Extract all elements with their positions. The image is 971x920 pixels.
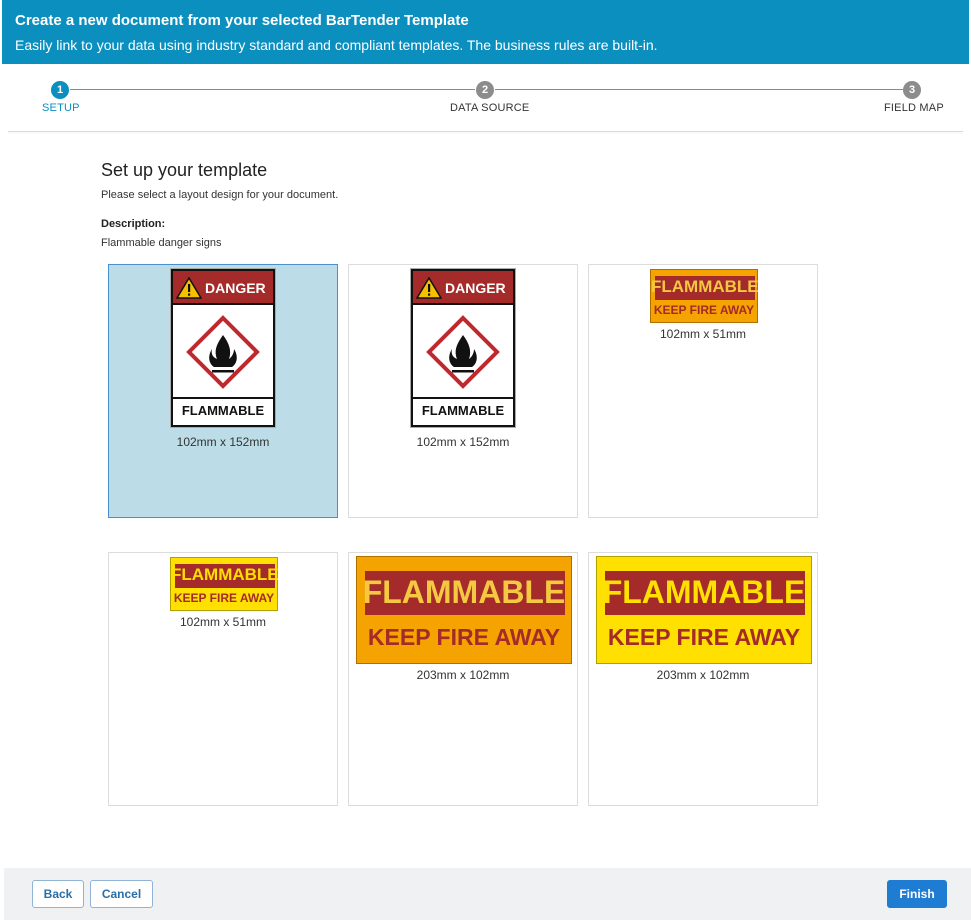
wizard-stepper: 1 SETUP 2 DATA SOURCE 3 FIELD MAP <box>0 78 971 130</box>
danger-header: DANGER <box>173 271 273 305</box>
sign-line-1: FLAMMABLE <box>602 574 806 610</box>
warning-triangle-icon <box>176 277 202 299</box>
sign-line-1: FLAMMABLE <box>362 574 566 610</box>
template-size: 102mm x 152mm <box>416 435 510 449</box>
danger-sign-preview: DANGER FLAMMABLE <box>410 268 516 428</box>
danger-word: DANGER <box>445 280 506 296</box>
description-value: Flammable danger signs <box>101 237 222 249</box>
template-card-3[interactable]: FLAMMABLE KEEP FIRE AWAY 102mm x 51mm <box>588 264 818 518</box>
banner-subtitle: Easily link to your data using industry … <box>15 37 658 53</box>
sign-line-2: KEEP FIRE AWAY <box>607 624 801 650</box>
finish-button[interactable]: Finish <box>887 880 947 908</box>
sign-line-1: FLAMMABLE <box>651 277 759 296</box>
step-2-circle[interactable]: 2 <box>476 81 494 99</box>
header-banner: Create a new document from your selected… <box>2 0 969 64</box>
sign-line-2: KEEP FIRE AWAY <box>173 591 275 605</box>
page-title: Set up your template <box>101 160 268 180</box>
flammable-sign-preview: FLAMMABLE KEEP FIRE AWAY <box>170 557 279 611</box>
template-size: 102mm x 51mm <box>659 327 747 341</box>
flame-pictogram-icon <box>426 315 500 389</box>
flammable-sign-preview: FLAMMABLE KEEP FIRE AWAY <box>650 269 759 323</box>
step-3-circle[interactable]: 3 <box>903 81 921 99</box>
banner-title: Create a new document from your selected… <box>15 12 469 29</box>
template-size: 102mm x 152mm <box>176 435 270 449</box>
template-card-4[interactable]: FLAMMABLE KEEP FIRE AWAY 102mm x 51mm <box>108 552 338 806</box>
template-size: 203mm x 102mm <box>416 668 510 682</box>
footer-bar: Back Cancel Finish <box>4 868 971 920</box>
step-connector <box>495 89 903 90</box>
cancel-button[interactable]: Cancel <box>90 880 153 908</box>
danger-footer: FLAMMABLE <box>413 397 513 425</box>
sign-line-1: FLAMMABLE <box>171 565 279 584</box>
step-connector <box>70 89 475 90</box>
step-2-label[interactable]: DATA SOURCE <box>450 102 529 114</box>
flammable-sign-preview: FLAMMABLE KEEP FIRE AWAY <box>596 556 812 664</box>
instruction-text: Please select a layout design for your d… <box>101 189 339 201</box>
danger-header: DANGER <box>413 271 513 305</box>
template-card-1[interactable]: DANGER FLAMMABLE 102mm x 152mm <box>108 264 338 518</box>
step-1-circle[interactable]: 1 <box>51 81 69 99</box>
step-3-label[interactable]: FIELD MAP <box>884 102 944 114</box>
template-size: 102mm x 51mm <box>179 615 267 629</box>
template-card-5[interactable]: FLAMMABLE KEEP FIRE AWAY 203mm x 102mm <box>348 552 578 806</box>
sign-line-2: KEEP FIRE AWAY <box>653 303 755 317</box>
template-card-2[interactable]: DANGER FLAMMABLE 102mm x 152mm <box>348 264 578 518</box>
stepper-divider <box>8 131 963 132</box>
template-card-6[interactable]: FLAMMABLE KEEP FIRE AWAY 203mm x 102mm <box>588 552 818 806</box>
back-button[interactable]: Back <box>32 880 84 908</box>
warning-triangle-icon <box>416 277 442 299</box>
template-size: 203mm x 102mm <box>656 668 750 682</box>
danger-footer: FLAMMABLE <box>173 397 273 425</box>
danger-sign-preview: DANGER FLAMMABLE <box>170 268 276 428</box>
step-1-label[interactable]: SETUP <box>42 102 80 114</box>
flame-pictogram-icon <box>186 315 260 389</box>
danger-word: DANGER <box>205 280 266 296</box>
flammable-sign-preview: FLAMMABLE KEEP FIRE AWAY <box>356 556 572 664</box>
sign-line-2: KEEP FIRE AWAY <box>367 624 561 650</box>
description-label: Description: <box>101 218 166 230</box>
